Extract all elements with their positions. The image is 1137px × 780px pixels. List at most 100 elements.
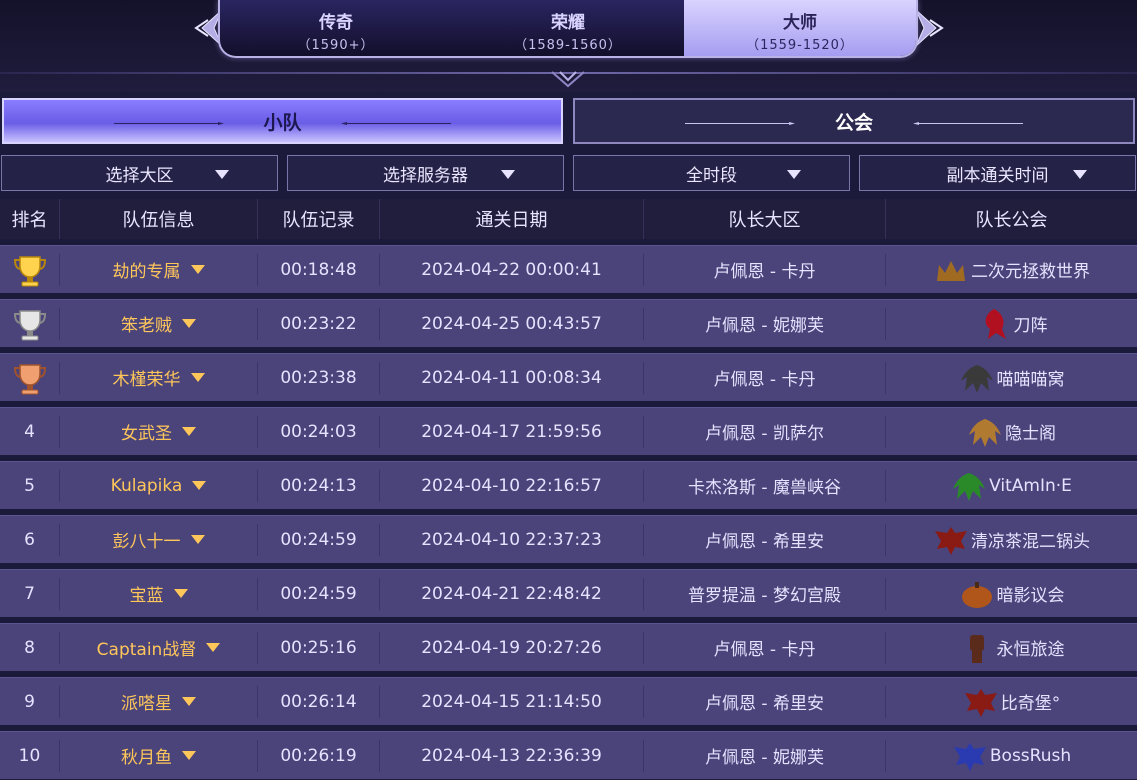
tier-name: 荣耀	[551, 13, 585, 33]
table-row[interactable]: 10 秋月鱼 00:26:19 2024-04-13 22:36:39 卢佩恩 …	[0, 731, 1137, 779]
tab-guild[interactable]: 公会	[573, 98, 1135, 144]
trophy-silver-icon	[13, 309, 46, 340]
guild-cell: 永恒旅途	[886, 624, 1137, 672]
tab-guild-label: 公会	[834, 111, 873, 134]
team-name-dropdown[interactable]: 劫的专属	[113, 257, 205, 282]
team-cell: 秋月鱼	[60, 739, 258, 772]
region-select[interactable]: 选择大区	[1, 155, 278, 191]
table-row[interactable]: 6 彭八十一 00:24:59 2024-04-10 22:37:23 卢佩恩 …	[0, 515, 1137, 563]
table-row[interactable]: 劫的专属 00:18:48 2024-04-22 00:00:41 卢佩恩 - …	[0, 245, 1137, 293]
team-name-dropdown[interactable]: Kulapika	[111, 476, 207, 496]
guild-name: 清凉茶混二锅头	[971, 532, 1090, 552]
team-name: 彭八十一	[112, 532, 181, 552]
guild-cell: 比奇堡°	[886, 678, 1137, 726]
team-cell: 派嗒星	[60, 685, 258, 718]
guild-name: BossRush	[989, 745, 1072, 766]
fist-emblem-icon	[969, 634, 984, 663]
clear-date: 2024-04-25 00:43:57	[380, 307, 644, 340]
guild-cell: VitAmIn·E	[886, 462, 1137, 510]
guild-cell: 隐士阁	[886, 408, 1137, 456]
demon-emblem-icon	[960, 364, 993, 393]
table-row[interactable]: 7 宝蓝 00:24:59 2024-04-21 22:48:42 普罗提温 -…	[0, 569, 1137, 617]
arrow-right-decor-icon	[114, 122, 224, 125]
team-name: 秋月鱼	[121, 748, 172, 768]
record-time: 00:23:38	[258, 361, 380, 394]
clear-date: 2024-04-10 22:16:57	[380, 469, 644, 502]
server-select-label: 选择服务器	[383, 165, 468, 186]
team-name-dropdown[interactable]: 彭八十一	[113, 527, 205, 552]
rank-cell: 6	[0, 523, 60, 556]
table-row[interactable]: 木槿荣华 00:23:38 2024-04-11 00:08:34 卢佩恩 - …	[0, 353, 1137, 401]
team-name-dropdown[interactable]: 秋月鱼	[121, 743, 196, 768]
team-name: 笨老贼	[121, 316, 172, 336]
crown-emblem-icon	[937, 260, 965, 281]
caret-down-icon	[501, 170, 515, 179]
team-name-dropdown[interactable]: 女武圣	[121, 419, 196, 444]
record-time: 00:24:03	[258, 415, 380, 448]
team-name-dropdown[interactable]: 笨老贼	[121, 311, 196, 336]
tier-range: （1590+）	[297, 38, 375, 53]
caret-down-icon	[190, 535, 205, 544]
table-row[interactable]: 9 派嗒星 00:26:14 2024-04-15 21:14:50 卢佩恩 -…	[0, 677, 1137, 725]
demon-emblem-icon	[953, 472, 986, 501]
lion-emblem-icon	[985, 308, 1006, 339]
record-time: 00:18:48	[258, 253, 380, 286]
team-name: 女武圣	[121, 424, 172, 444]
trophy-gold-icon	[13, 255, 46, 286]
record-time: 00:24:59	[258, 523, 380, 556]
clear-date: 2024-04-22 00:00:41	[380, 253, 644, 286]
ranking-type-tabs: 小队 公会	[0, 98, 1137, 144]
clear-date: 2024-04-13 22:36:39	[380, 739, 644, 772]
arrow-left-decor-icon	[913, 122, 1023, 125]
table-row[interactable]: 8 Captain战督 00:25:16 2024-04-19 20:27:26…	[0, 623, 1137, 671]
guild-name: 比奇堡°	[1000, 694, 1061, 714]
tier-tab-glory[interactable]: 荣耀 （1589-1560）	[452, 0, 684, 56]
period-select[interactable]: 全时段	[573, 155, 850, 191]
caret-down-icon	[173, 589, 188, 598]
team-cell: 彭八十一	[60, 523, 258, 556]
guild-name: 二次元拯救世界	[971, 262, 1090, 282]
team-cell: 宝蓝	[60, 577, 258, 610]
team-name-dropdown[interactable]: 宝蓝	[130, 581, 188, 606]
column-team: 队伍信息	[60, 199, 258, 239]
team-cell: 女武圣	[60, 415, 258, 448]
clear-date: 2024-04-17 21:59:56	[380, 415, 644, 448]
team-name-dropdown[interactable]: Captain战督	[97, 635, 221, 660]
sort-select[interactable]: 副本通关时间	[859, 155, 1136, 191]
tier-name: 大师	[783, 13, 817, 33]
guild-name: 永恒旅途	[996, 640, 1065, 660]
ornament-right-icon	[915, 9, 944, 47]
team-name-dropdown[interactable]: 派嗒星	[121, 689, 196, 714]
tier-tab-legend[interactable]: 传奇 （1590+）	[220, 0, 452, 56]
tab-team[interactable]: 小队	[2, 98, 563, 144]
tier-selector-bar: 传奇 （1590+） 荣耀 （1589-1560） 大师 （1559-1520）	[0, 0, 1137, 92]
caret-down-icon	[182, 697, 196, 706]
rank-number: 4	[24, 421, 35, 442]
record-time: 00:26:14	[258, 685, 380, 718]
caret-down-icon	[182, 751, 196, 760]
tab-team-label: 小队	[263, 111, 302, 134]
ranking-table-body: 劫的专属 00:18:48 2024-04-22 00:00:41 卢佩恩 - …	[0, 245, 1137, 780]
guild-name: 刀阵	[1013, 316, 1048, 336]
rank-number: 7	[24, 583, 35, 604]
server-select[interactable]: 选择服务器	[287, 155, 564, 191]
caret-down-icon	[190, 373, 205, 382]
clear-date: 2024-04-10 22:37:23	[380, 523, 644, 556]
caret-down-icon	[182, 319, 196, 328]
caret-down-icon	[192, 481, 207, 490]
leader-realm: 卢佩恩 - 妮娜芙	[644, 307, 886, 340]
rank-cell: 10	[0, 739, 60, 772]
guild-name: 隐士阁	[1005, 424, 1056, 444]
table-row[interactable]: 笨老贼 00:23:22 2024-04-25 00:43:57 卢佩恩 - 妮…	[0, 299, 1137, 347]
rank-number: 9	[24, 691, 35, 712]
tier-tab-master[interactable]: 大师 （1559-1520）	[684, 0, 916, 56]
team-name-dropdown[interactable]: 木槿荣华	[113, 365, 205, 390]
table-row[interactable]: 4 女武圣 00:24:03 2024-04-17 21:59:56 卢佩恩 -…	[0, 407, 1137, 455]
team-name: 劫的专属	[112, 262, 181, 282]
record-time: 00:24:13	[258, 469, 380, 502]
team-cell: 木槿荣华	[60, 361, 258, 394]
table-row[interactable]: 5 Kulapika 00:24:13 2024-04-10 22:16:57 …	[0, 461, 1137, 509]
leader-realm: 卢佩恩 - 希里安	[644, 523, 886, 556]
guild-cell: 清凉茶混二锅头	[886, 516, 1137, 564]
tier-range: （1559-1520）	[746, 38, 854, 53]
